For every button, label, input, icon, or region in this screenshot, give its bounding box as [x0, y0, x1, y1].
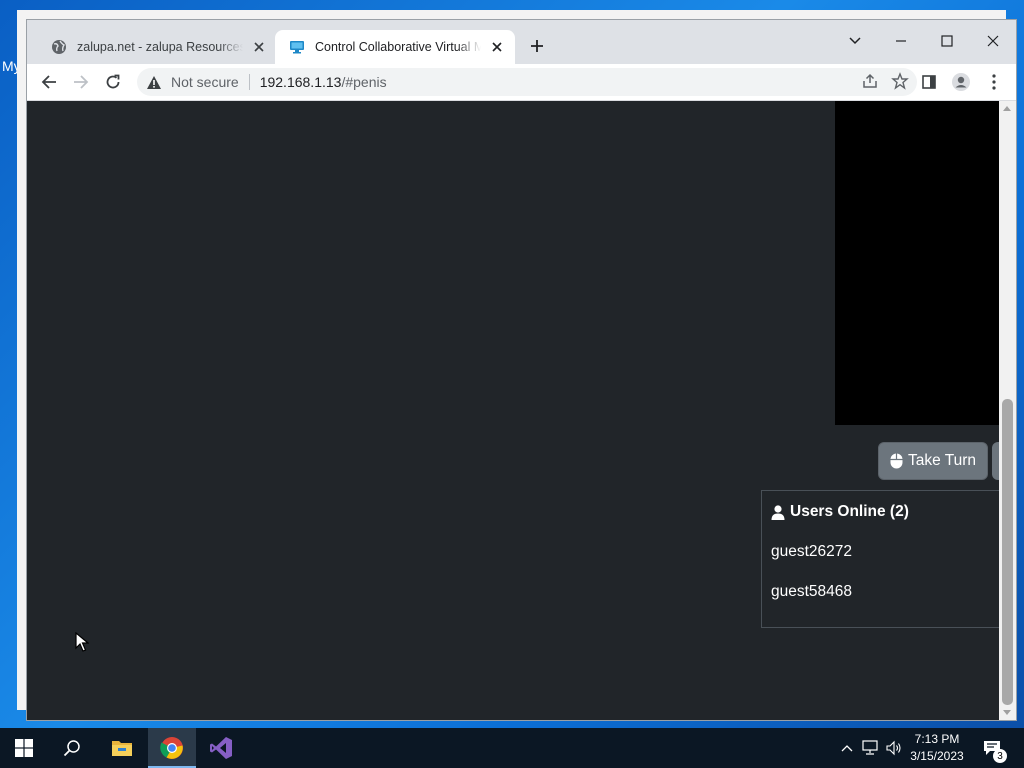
new-tab-button[interactable] [527, 36, 547, 56]
profile-button[interactable] [949, 70, 973, 94]
bookmark-star-icon[interactable] [891, 72, 909, 90]
monitor-icon [290, 41, 304, 54]
scroll-thumb[interactable] [1002, 399, 1013, 705]
globe-icon [52, 40, 66, 54]
user-list-item[interactable]: guest58468 [771, 583, 852, 601]
side-panel-icon [922, 75, 936, 89]
search-icon [63, 740, 80, 757]
chrome-icon [160, 737, 183, 759]
taskbar: 7:13 PM 3/15/2023 [0, 728, 1024, 768]
minimize-button[interactable] [886, 26, 916, 56]
speaker-icon [886, 740, 901, 756]
windows-logo-icon [15, 739, 33, 757]
search-button[interactable] [48, 728, 96, 768]
mouse-cursor-icon [75, 632, 89, 652]
url-host: 192.168.1.13 [259, 74, 342, 90]
page-scrollbar[interactable] [999, 101, 1016, 720]
show-hidden-icons[interactable] [838, 728, 856, 768]
tab-title: zalupa.net - zalupa Resources and [77, 40, 243, 54]
scroll-down-arrow-icon[interactable] [1003, 710, 1011, 715]
back-button[interactable] [37, 70, 61, 94]
mouse-icon [890, 453, 903, 469]
start-button[interactable] [0, 728, 48, 768]
browser-toolbar: Not secure 192.168.1.13/#penis [27, 64, 1016, 101]
close-tab-icon[interactable] [489, 39, 505, 55]
side-panel-button[interactable] [917, 70, 941, 94]
clock-date: 3/15/2023 [910, 749, 964, 763]
taskbar-visual-studio[interactable] [197, 728, 245, 768]
clock-time: 7:13 PM [914, 732, 960, 746]
users-online-header: Users Online (2) [771, 503, 909, 521]
forward-button[interactable] [69, 70, 93, 94]
arrow-right-icon [74, 75, 89, 89]
security-label[interactable]: Not secure [171, 74, 239, 90]
reload-icon [106, 74, 120, 89]
omnibox-actions [861, 72, 909, 90]
tab-collab-vm[interactable]: Control Collaborative Virtual Machine [275, 30, 515, 64]
kebab-menu-icon [992, 74, 996, 90]
menu-button[interactable] [982, 70, 1006, 94]
tab-zalupa[interactable]: zalupa.net - zalupa Resources and [37, 30, 277, 64]
avatar-icon [952, 73, 970, 91]
folder-icon [112, 741, 132, 756]
omnibox-divider [248, 74, 250, 90]
scroll-up-arrow-icon[interactable] [1003, 106, 1011, 111]
tab-strip: zalupa.net - zalupa Resources and Contro… [27, 20, 1016, 64]
next-button-partial[interactable] [992, 442, 999, 480]
volume-control[interactable] [884, 728, 904, 768]
user-list-item[interactable]: guest26272 [771, 543, 852, 561]
plus-icon [531, 40, 543, 52]
maximize-button[interactable] [932, 26, 962, 56]
tab-search-button[interactable] [840, 26, 870, 56]
reload-button[interactable] [101, 70, 125, 94]
network-status[interactable] [860, 728, 882, 768]
maximize-icon [941, 35, 953, 47]
close-icon [987, 35, 999, 47]
users-online-panel: Users Online (2) guest26272 guest58468 [761, 490, 999, 628]
close-window-button[interactable] [978, 26, 1008, 56]
url-text[interactable]: 192.168.1.13/#penis [260, 74, 387, 90]
network-icon [862, 740, 878, 755]
browser-window: zalupa.net - zalupa Resources and Contro… [27, 20, 1016, 720]
taskbar-file-explorer[interactable] [98, 728, 146, 768]
address-bar[interactable]: Not secure 192.168.1.13/#penis [137, 68, 917, 96]
url-path: /#penis [341, 74, 387, 90]
chevron-up-icon [841, 745, 853, 752]
user-icon [771, 504, 785, 520]
close-tab-icon[interactable] [251, 39, 267, 55]
take-turn-button[interactable]: Take Turn [878, 442, 988, 480]
warning-icon[interactable] [145, 73, 163, 91]
chevron-down-icon [849, 37, 861, 45]
arrow-left-icon [41, 75, 56, 89]
minimize-icon [896, 40, 906, 42]
visual-studio-icon [210, 737, 232, 759]
share-icon[interactable] [861, 72, 879, 90]
users-online-title: Users Online (2) [790, 503, 909, 520]
vm-display[interactable] [835, 101, 999, 425]
taskbar-chrome[interactable] [148, 728, 196, 768]
page-content: Take Turn Users Online (2) guest26272 gu… [27, 101, 999, 720]
taskbar-clock[interactable]: 7:13 PM 3/15/2023 [902, 731, 972, 765]
tab-title: Control Collaborative Virtual Machine [315, 40, 481, 54]
notification-count-badge: 3 [993, 749, 1007, 763]
take-turn-label: Take Turn [907, 452, 977, 469]
